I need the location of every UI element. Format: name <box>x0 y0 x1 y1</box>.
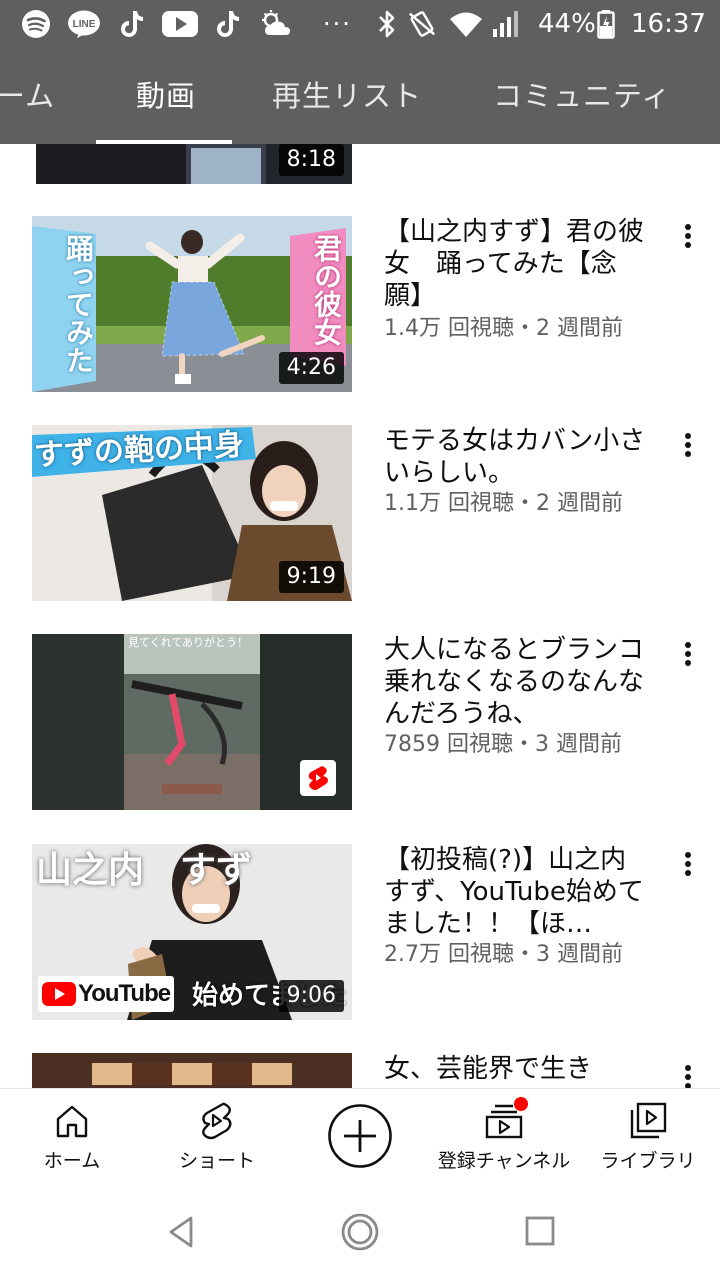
video-meta: 1.1万 回視聴・2 週間前 <box>384 491 623 516</box>
spotify-icon <box>20 8 52 40</box>
video-duration: 4:26 <box>278 352 344 384</box>
video-duration: 8:18 <box>278 144 344 176</box>
video-thumbnail[interactable]: すずの鞄の中身 9:19 <box>32 425 352 601</box>
youtube-logo-icon: YouTube <box>38 976 175 1012</box>
svg-text:LINE: LINE <box>73 19 96 30</box>
signal-icon <box>490 8 522 40</box>
video-duration: 9:19 <box>278 561 344 593</box>
more-options-icon[interactable] <box>672 844 704 884</box>
thumbnail-caption: 山之内 すず <box>36 850 253 891</box>
new-content-badge <box>514 1097 528 1111</box>
status-bar: LINE ··· 44% 16:37 <box>0 0 720 48</box>
more-options-icon[interactable] <box>672 425 704 465</box>
nav-library[interactable]: ライブラリ <box>596 1089 700 1185</box>
nav-shorts-label: ショート <box>178 1150 255 1172</box>
subscriptions-icon <box>484 1097 528 1141</box>
back-icon[interactable] <box>164 1214 200 1250</box>
youtube-icon <box>161 8 199 40</box>
video-list[interactable]: 8:18 踊ってみた 君の彼女 4:26 【山之内すず】君の彼女 踊ってみた【念… <box>0 144 720 1088</box>
thumbnail-logo-text: YouTube <box>78 980 171 1007</box>
video-thumbnail[interactable]: 踊ってみた 君の彼女 4:26 <box>32 216 352 392</box>
shorts-badge-icon <box>300 760 336 796</box>
video-thumbnail[interactable]: 見てくれてありがとう！ <box>32 634 352 810</box>
vibrate-icon <box>406 8 438 40</box>
recents-icon[interactable] <box>525 1216 555 1246</box>
video-meta: 2.7万 回視聴・3 週間前 <box>384 942 623 967</box>
video-duration: 9:06 <box>278 980 344 1012</box>
thumbnail-caption: 踊ってみた <box>62 234 95 374</box>
library-icon <box>628 1101 668 1141</box>
home-icon <box>52 1101 92 1141</box>
bluetooth-icon <box>371 8 403 40</box>
nav-subscriptions-label: 登録チャンネル <box>437 1150 571 1172</box>
video-meta: 1.4万 回視聴・2 週間前 <box>384 316 623 341</box>
tiktok-icon <box>116 8 148 40</box>
thumbnail-caption: 君の彼女 <box>310 234 342 346</box>
video-thumbnail[interactable]: 山之内 すず YouTube 始めてました 9:06 <box>32 844 352 1020</box>
home-circle-icon[interactable] <box>341 1213 379 1251</box>
more-options-icon[interactable] <box>672 216 704 256</box>
video-title[interactable]: 【山之内すず】君の彼女 踊ってみた【念願】 <box>384 216 652 312</box>
thumbnail-caption: 見てくれてありがとう！ <box>128 636 249 649</box>
tiktok-icon <box>212 8 244 40</box>
bottom-navigation: ホーム ショート 登録チャンネル ライブラリ <box>0 1088 720 1184</box>
video-title[interactable]: 【初投稿(?)】山之内すず、YouTube始めてました！！【ほ… <box>384 844 652 940</box>
wifi-icon <box>448 8 484 40</box>
video-thumbnail[interactable] <box>32 1053 352 1088</box>
tab-videos[interactable]: 動画 <box>136 48 196 144</box>
tab-playlists[interactable]: 再生リスト <box>272 48 422 144</box>
video-thumbnail[interactable]: 8:18 <box>36 144 352 184</box>
nav-home[interactable]: ホーム <box>22 1089 122 1185</box>
tab-community[interactable]: コミュニティ <box>493 48 671 144</box>
create-plus-icon <box>327 1103 393 1169</box>
nav-home-label: ホーム <box>43 1150 101 1172</box>
nav-shorts[interactable]: ショート <box>162 1089 272 1185</box>
video-title[interactable]: 女、芸能界で生き <box>384 1053 652 1085</box>
more-options-icon[interactable] <box>672 1057 704 1088</box>
more-notifications-icon: ··· <box>323 10 352 38</box>
line-icon: LINE <box>66 8 102 40</box>
tab-home[interactable]: ーム <box>0 48 55 144</box>
video-title[interactable]: モテる女はカバン小さいらしい。 <box>384 425 652 489</box>
nav-library-label: ライブラリ <box>600 1150 696 1172</box>
more-options-icon[interactable] <box>672 634 704 674</box>
channel-tab-bar: ーム 動画 再生リスト コミュニティ <box>0 48 720 144</box>
shorts-icon <box>197 1101 237 1141</box>
battery-icon <box>596 8 616 40</box>
nav-subscriptions[interactable]: 登録チャンネル <box>430 1089 578 1185</box>
battery-percent: 44% <box>538 9 596 39</box>
video-meta: 7859 回視聴・3 週間前 <box>384 732 622 757</box>
nav-create[interactable] <box>320 1089 400 1185</box>
android-navigation-bar <box>0 1184 720 1280</box>
clock: 16:37 <box>631 9 706 39</box>
video-title[interactable]: 大人になるとブランコ乗れなくなるのなんなんだろうね、 <box>384 634 652 730</box>
weather-icon <box>258 8 294 40</box>
